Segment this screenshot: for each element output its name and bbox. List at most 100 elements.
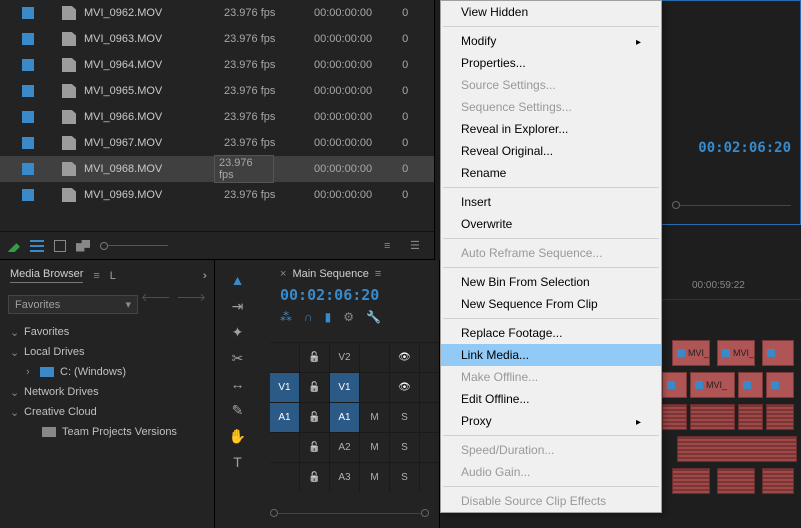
pen-tool-icon[interactable]: ✎	[230, 402, 246, 418]
wrench-icon[interactable]: 🔧	[366, 310, 381, 324]
audio-clip[interactable]	[672, 468, 710, 494]
sort-icon[interactable]: ≡	[384, 240, 400, 252]
video-clip[interactable]	[766, 372, 794, 398]
back-icon[interactable]: 🡐	[141, 290, 171, 304]
slip-tool-icon[interactable]: ↔	[230, 376, 246, 392]
sequence-timecode[interactable]: 00:02:06:20	[280, 286, 429, 304]
audio-clip[interactable]	[662, 404, 687, 430]
type-tool-icon[interactable]: T	[230, 454, 246, 470]
mute-button[interactable]: M	[360, 433, 390, 462]
razor-tool-icon[interactable]: ✂	[230, 350, 246, 366]
solo-button[interactable]: S	[390, 403, 420, 432]
project-row[interactable]: MVI_0963.MOV23.976 fps00:00:00:000	[0, 26, 434, 52]
track-target[interactable]: A1	[330, 403, 360, 432]
menu-item[interactable]: Replace Footage...	[441, 322, 661, 344]
label-color-chip[interactable]	[22, 137, 34, 149]
snap-icon[interactable]: ⁂	[280, 310, 292, 324]
panel-menu-icon[interactable]: ☰	[410, 239, 426, 252]
project-row[interactable]: MVI_0962.MOV23.976 fps00:00:00:000	[0, 0, 434, 26]
video-clip[interactable]	[662, 372, 687, 398]
lock-icon[interactable]	[300, 463, 330, 492]
project-row[interactable]: MVI_0966.MOV23.976 fps00:00:00:000	[0, 104, 434, 130]
label-color-chip[interactable]	[22, 59, 34, 71]
tree-local-drives[interactable]: ⌄Local Drives	[0, 342, 214, 362]
video-clip[interactable]: MVI_	[690, 372, 735, 398]
tree-c-drive[interactable]: ›C: (Windows)	[0, 362, 214, 382]
menu-item[interactable]: Rename	[441, 162, 661, 184]
marker-icon[interactable]: ▮	[325, 310, 332, 324]
audio-clip[interactable]	[762, 468, 794, 494]
ripple-edit-tool-icon[interactable]: ✦	[230, 324, 246, 340]
freeform-view-icon[interactable]	[76, 240, 90, 252]
project-row[interactable]: MVI_0968.MOV23.976 fps00:00:00:000	[0, 156, 434, 182]
icon-view-icon[interactable]	[54, 240, 66, 252]
menu-item[interactable]: New Sequence From Clip	[441, 293, 661, 315]
menu-item[interactable]: Proxy	[441, 410, 661, 432]
label-color-chip[interactable]	[22, 189, 34, 201]
zoom-slider[interactable]	[100, 242, 374, 250]
video-clip[interactable]: MVI_	[672, 340, 710, 366]
menu-item[interactable]: Modify	[441, 30, 661, 52]
lock-icon[interactable]	[300, 373, 330, 402]
lock-icon[interactable]	[300, 403, 330, 432]
tab-libraries[interactable]: L	[110, 270, 116, 282]
time-ruler[interactable]: 00:00:59:22	[662, 260, 801, 300]
label-color-chip[interactable]	[22, 7, 34, 19]
menu-item[interactable]: Properties...	[441, 52, 661, 74]
track-select-tool-icon[interactable]: ⇥	[230, 298, 246, 314]
video-clip[interactable]: MVI_	[717, 340, 755, 366]
track-target[interactable]: V1	[330, 373, 360, 402]
audio-clip[interactable]	[677, 436, 797, 462]
menu-item[interactable]: Reveal in Explorer...	[441, 118, 661, 140]
label-color-chip[interactable]	[22, 163, 34, 175]
audio-clip[interactable]	[766, 404, 794, 430]
solo-button[interactable]: S	[390, 463, 420, 492]
solo-button[interactable]: S	[390, 433, 420, 462]
video-clip[interactable]	[738, 372, 763, 398]
track-target[interactable]: A2	[330, 433, 360, 462]
linked-selection-icon[interactable]: ∩	[304, 310, 313, 324]
pencil-icon[interactable]	[8, 240, 20, 252]
list-view-icon[interactable]	[30, 240, 44, 252]
mute-button[interactable]: M	[360, 403, 390, 432]
selection-tool-icon[interactable]: ▲	[230, 272, 246, 288]
hand-tool-icon[interactable]: ✋	[230, 428, 246, 444]
label-color-chip[interactable]	[22, 33, 34, 45]
lock-icon[interactable]	[300, 433, 330, 462]
mute-button[interactable]: M	[360, 463, 390, 492]
project-row[interactable]: MVI_0964.MOV23.976 fps00:00:00:000	[0, 52, 434, 78]
label-color-chip[interactable]	[22, 111, 34, 123]
source-patch[interactable]: A1	[270, 403, 300, 432]
menu-item[interactable]: Insert	[441, 191, 661, 213]
menu-item[interactable]: New Bin From Selection	[441, 271, 661, 293]
project-row[interactable]: MVI_0969.MOV23.976 fps00:00:00:000	[0, 182, 434, 208]
forward-icon[interactable]: 🡒	[177, 290, 207, 304]
tab-media-browser[interactable]: Media Browser	[10, 268, 83, 283]
audio-clip[interactable]	[738, 404, 763, 430]
menu-item[interactable]: Edit Offline...	[441, 388, 661, 410]
settings-icon[interactable]: ⚙	[343, 310, 354, 324]
label-color-chip[interactable]	[22, 85, 34, 97]
lock-icon[interactable]	[300, 343, 330, 372]
menu-item[interactable]: View Hidden	[441, 1, 661, 23]
tree-network-drives[interactable]: ⌄Network Drives	[0, 382, 214, 402]
eye-icon[interactable]	[390, 373, 420, 402]
favorites-dropdown[interactable]: Favorites▾	[8, 295, 138, 314]
track-label[interactable]: V2	[330, 343, 360, 372]
tab-sequence[interactable]: ×Main Sequence≡	[280, 268, 429, 280]
project-row[interactable]: MVI_0967.MOV23.976 fps00:00:00:000	[0, 130, 434, 156]
menu-item[interactable]: Link Media...	[441, 344, 661, 366]
tree-favorites[interactable]: ⌄Favorites	[0, 322, 214, 342]
source-patch[interactable]: V1	[270, 373, 300, 402]
audio-clip[interactable]	[690, 404, 735, 430]
track-target[interactable]: A3	[330, 463, 360, 492]
tree-team-projects[interactable]: Team Projects Versions	[0, 422, 214, 442]
tree-creative-cloud[interactable]: ⌄Creative Cloud	[0, 402, 214, 422]
timeline-zoom-scroll[interactable]	[270, 508, 429, 518]
tab-menu-icon[interactable]: ≡	[93, 270, 99, 282]
expand-panel-icon[interactable]: ››	[203, 270, 204, 282]
project-row[interactable]: MVI_0965.MOV23.976 fps00:00:00:000	[0, 78, 434, 104]
audio-clip[interactable]	[717, 468, 755, 494]
menu-item[interactable]: Reveal Original...	[441, 140, 661, 162]
eye-icon[interactable]	[390, 343, 420, 372]
